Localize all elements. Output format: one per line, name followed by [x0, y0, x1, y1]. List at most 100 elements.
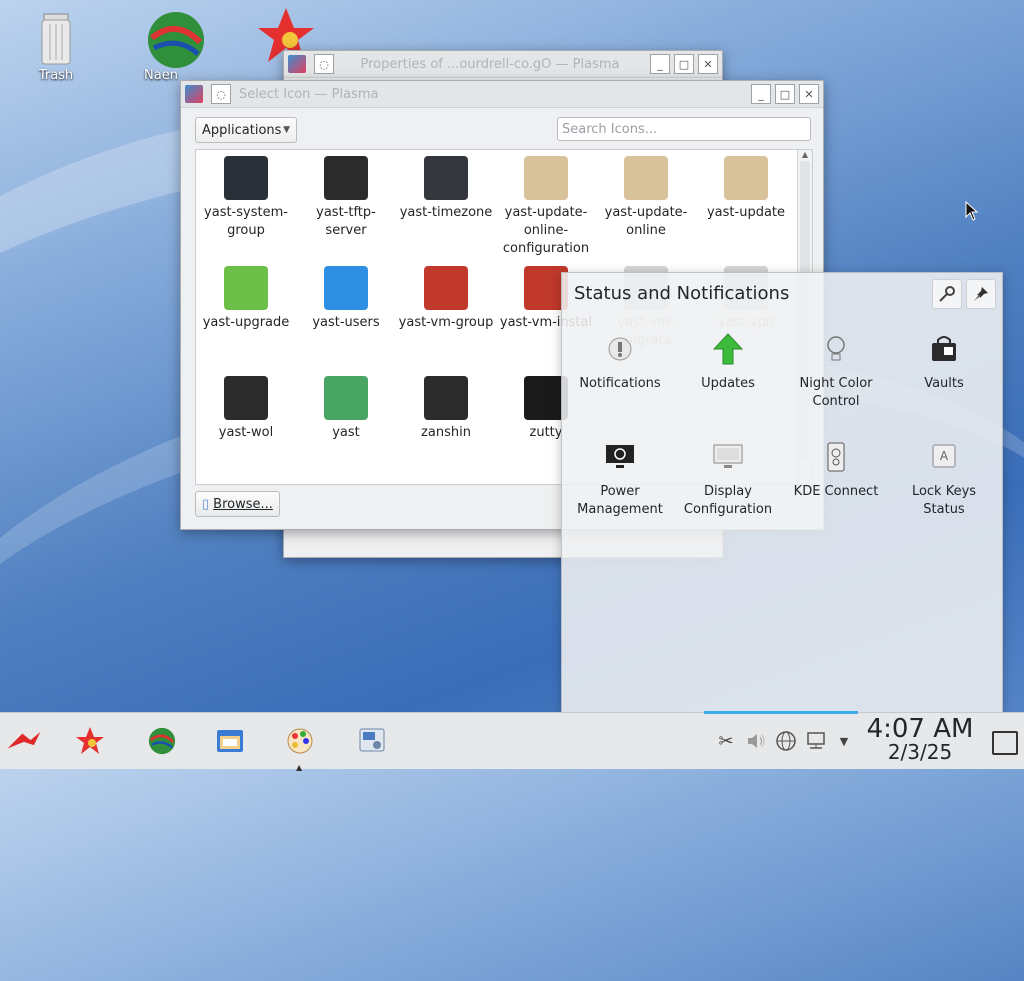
keep-above-button[interactable]: ◌ [314, 54, 334, 74]
globe-icon [148, 727, 176, 755]
folder-icon: ▯ [202, 496, 210, 512]
icon-grid-item[interactable]: yast-wol [196, 376, 296, 442]
minimize-button[interactable]: _ [650, 54, 670, 74]
popup-title: Status and Notifications [574, 283, 790, 304]
icon-grid-item-label: yast-update-online [604, 205, 688, 238]
taskbar-star-app[interactable] [72, 723, 108, 759]
svg-text:A: A [940, 449, 949, 463]
desktop-icon-label: Trash [38, 68, 74, 83]
status-item[interactable]: Night Color Control [782, 333, 890, 411]
status-item[interactable]: Display Configuration [674, 441, 782, 519]
package-update-icon [724, 156, 768, 200]
status-item[interactable]: Updates [674, 333, 782, 393]
network-tray-icon[interactable] [804, 729, 828, 753]
icon-grid-item-label: yast-vm-group [398, 315, 494, 330]
volume-tray-icon[interactable] [744, 729, 768, 753]
properties-titlebar[interactable]: ◌ Properties of ...ourdrell-co.gO — Plas… [284, 51, 722, 78]
maximize-button[interactable]: □ [775, 84, 795, 104]
display-icon [712, 441, 744, 473]
status-item[interactable]: KDE Connect [782, 441, 890, 501]
pin-button[interactable] [966, 279, 996, 309]
icon-grid-item-label: zanshin [421, 425, 471, 440]
desktop-icon-trash[interactable]: Trash [16, 8, 96, 83]
keep-above-button[interactable]: ◌ [211, 84, 231, 104]
mouse-cursor-icon [965, 201, 979, 221]
monitor-power-icon [604, 441, 636, 473]
status-item[interactable]: Power Management [566, 441, 674, 519]
globe-icon [144, 8, 204, 68]
status-item-label: Night Color Control [799, 376, 873, 409]
taskbar-settings-app[interactable] [354, 723, 390, 759]
tray-expander-button[interactable]: ▼ [832, 729, 856, 753]
yast-chameleon-icon [324, 376, 368, 420]
clock-date[interactable]: 2/3/25 [862, 740, 978, 764]
power-globe-icon [224, 376, 268, 420]
package-update-icon [524, 156, 568, 200]
vm-icon [424, 266, 468, 310]
status-item[interactable]: A Lock Keys Status [890, 441, 998, 519]
icon-grid-item[interactable]: yast-update-online [596, 156, 696, 240]
star-app-icon [254, 4, 314, 62]
status-item[interactable]: Notifications [566, 333, 674, 393]
status-item-label: KDE Connect [793, 484, 879, 499]
configure-button[interactable] [932, 279, 962, 309]
users-icon [324, 266, 368, 310]
status-item[interactable]: Vaults [890, 333, 998, 393]
maximize-button[interactable]: □ [674, 54, 694, 74]
lightbulb-icon [820, 333, 852, 365]
chevron-down-icon: ▼ [283, 125, 290, 135]
status-item-label: Updates [701, 376, 755, 391]
icon-grid-item-label: yast-timezone [399, 205, 493, 220]
icon-grid-item[interactable]: yast-timezone [396, 156, 496, 222]
category-select-value: Applications [202, 122, 282, 138]
window-title: Select Icon — Plasma [239, 86, 379, 102]
icon-grid-item-label: yast-system-group [204, 205, 288, 238]
icon-grid-item[interactable]: zanshin [396, 376, 496, 442]
taskbar-active-indicator [704, 711, 858, 714]
select-icon-titlebar[interactable]: ◌ Select Icon — Plasma _ □ ✕ [181, 81, 823, 108]
trash-icon [32, 8, 80, 65]
icon-grid-item-label: yast [332, 425, 360, 440]
window-app-icon [288, 55, 306, 73]
globe-network-icon [776, 731, 796, 751]
icon-grid-item-label: yast-wol [218, 425, 274, 440]
taskbar-file-manager[interactable] [212, 723, 248, 759]
icon-grid-item[interactable]: yast-update-online-configuration [496, 156, 596, 258]
icon-grid-item-label: yast-users [312, 315, 380, 330]
lock-keys-icon: A [928, 441, 960, 473]
icon-grid-item[interactable]: yast-upgrade [196, 266, 296, 332]
window-title: Properties of ...ourdrell-co.gO — Plasma [360, 56, 620, 72]
icon-grid-item[interactable]: yast-update [696, 156, 796, 222]
window-app-icon [185, 85, 203, 103]
system-settings-icon [359, 728, 385, 752]
browse-button[interactable]: ▯ Browse... [195, 491, 280, 517]
desktop-icon-naen[interactable]: Naen [128, 8, 208, 83]
clipboard-tray-icon[interactable]: ✂ [714, 729, 738, 753]
network-wired-icon [807, 732, 825, 749]
app-launcher-button[interactable] [6, 723, 42, 759]
minimize-button[interactable]: _ [751, 84, 771, 104]
icon-grid-item[interactable]: yast [296, 376, 396, 442]
browse-button-label: Browse... [213, 496, 273, 512]
star-app-icon [76, 727, 104, 754]
show-desktop-button[interactable] [992, 731, 1018, 755]
clock-icon [424, 156, 468, 200]
close-button[interactable]: ✕ [698, 54, 718, 74]
category-select[interactable]: Applications ▼ [195, 117, 297, 143]
network-globe-tray-icon[interactable] [774, 729, 798, 753]
icon-grid-item[interactable]: yast-tftp-server [296, 156, 396, 240]
phone-icon [820, 441, 852, 473]
desktop-icon-star-app[interactable] [238, 4, 318, 62]
taskbar-globe-app[interactable] [144, 723, 180, 759]
icon-grid-item-label: yast-tftp-server [316, 205, 376, 238]
status-notifications-popup[interactable]: Status and Notifications Notifications Up… [561, 272, 1003, 714]
zanshin-icon [424, 376, 468, 420]
taskbar-paint-app[interactable] [282, 723, 318, 759]
icon-grid-item[interactable]: yast-vm-group [396, 266, 496, 332]
icon-grid-item[interactable]: yast-system-group [196, 156, 296, 240]
scroll-up-icon[interactable]: ▲ [798, 150, 812, 159]
close-button[interactable]: ✕ [799, 84, 819, 104]
icon-grid-item[interactable]: yast-users [296, 266, 396, 332]
search-icons-input[interactable]: Search Icons... [557, 117, 811, 141]
package-update-icon [624, 156, 668, 200]
